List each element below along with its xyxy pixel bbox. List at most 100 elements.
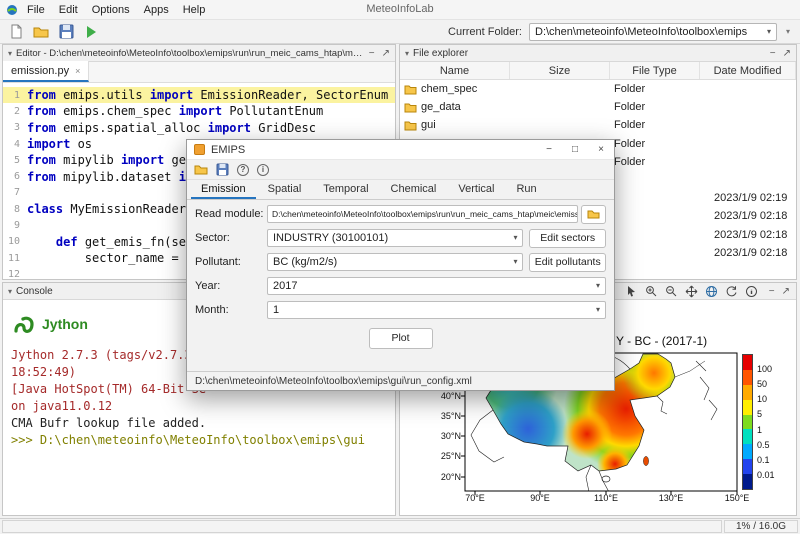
code-line-text: from emips.spatial_alloc import GridDesc <box>27 120 317 135</box>
minimize-icon[interactable]: − <box>770 48 776 59</box>
month-label: Month: <box>195 304 229 316</box>
dialog-maximize-button[interactable]: □ <box>562 140 588 159</box>
jython-logo-text: Jython <box>42 316 88 332</box>
jython-snake-icon <box>14 316 34 333</box>
dialog-statusbar: D:\chen\meteoinfo\MeteoInfo\toolbox\emip… <box>187 371 614 390</box>
menu-items: File Edit Options Apps Help <box>20 2 212 18</box>
file-type: Folder <box>614 137 646 150</box>
zoom-in-icon[interactable] <box>645 285 658 298</box>
chevron-down-icon: ▾ <box>595 281 600 290</box>
minimize-icon[interactable]: − <box>369 48 375 59</box>
x-tick-label: 90°E <box>530 493 550 503</box>
year-label: Year: <box>195 280 221 292</box>
code-line-text: def get_emis_fn(self <box>55 234 201 249</box>
column-header-size[interactable]: Size <box>510 62 610 79</box>
current-folder-select[interactable]: D:\chen\meteoinfo\MeteoInfo\toolbox\emip… <box>529 22 777 41</box>
open-config-button[interactable] <box>194 163 208 176</box>
read-module-input[interactable]: D:\chen\meteoinfo\MeteoInfo\toolbox\emip… <box>267 205 579 223</box>
float-icon[interactable]: ↗ <box>782 286 790 297</box>
menu-item-edit[interactable]: Edit <box>52 2 85 18</box>
column-header-name[interactable]: Name <box>400 62 510 79</box>
sector-select[interactable]: INDUSTRY (30100101) ▾ <box>267 229 524 247</box>
code-line[interactable]: 2 from emips.chem_spec import PollutantEn… <box>3 103 395 119</box>
menu-item-apps[interactable]: Apps <box>137 2 176 18</box>
line-number: 10 <box>7 236 20 248</box>
sector-label: Sector: <box>195 232 230 244</box>
explorer-panel-header: ▾ File explorer − ↗ <box>400 45 796 62</box>
y-tick-label: 20°N <box>440 472 461 482</box>
colorbar-band <box>743 369 752 385</box>
rotate-icon[interactable] <box>725 285 738 298</box>
line-number: 7 <box>13 187 20 199</box>
float-icon[interactable]: ↗ <box>382 48 390 59</box>
tab-spatial[interactable]: Spatial <box>258 180 312 199</box>
new-file-button[interactable] <box>6 22 26 42</box>
file-row[interactable]: ge_data Folder <box>400 98 796 116</box>
read-module-label: Read module: <box>195 208 264 220</box>
folder-icon <box>404 103 417 113</box>
meteoinfolab-window: File Edit Options Apps Help MeteoInfoLab Cur… <box>0 0 800 534</box>
float-icon[interactable]: ↗ <box>783 48 791 59</box>
tab-run[interactable]: Run <box>506 180 546 199</box>
file-row[interactable]: chem_spec Folder <box>400 80 796 98</box>
plot-button[interactable]: Plot <box>368 327 433 349</box>
console-line: >>> D:\chen\meteoinfo\MeteoInfo\toolbox\… <box>11 433 366 447</box>
code-line[interactable]: 1 from emips.utils import EmissionReader,… <box>3 87 395 104</box>
line-number: 11 <box>7 252 20 264</box>
file-type: Folder <box>614 101 646 114</box>
select-arrow-icon[interactable] <box>626 285 638 297</box>
file-row[interactable]: gui Folder <box>400 116 796 134</box>
chevron-down-icon[interactable]: ▾ <box>8 287 12 296</box>
file-date: 2023/1/9 02:18 <box>714 228 788 241</box>
minimize-icon[interactable]: − <box>769 286 775 297</box>
month-select[interactable]: 1 ▾ <box>267 301 606 319</box>
tab-chemical[interactable]: Chemical <box>381 180 447 199</box>
about-info-icon[interactable]: i <box>257 163 269 176</box>
explorer-column-headers: Name Size File Type Date Modified <box>400 62 796 80</box>
menu-item-options[interactable]: Options <box>85 2 137 18</box>
pollutant-value: BC (kg/m2/s) <box>273 256 338 268</box>
zoom-out-icon[interactable] <box>665 285 678 298</box>
line-number: 5 <box>13 154 20 166</box>
identify-icon[interactable] <box>745 285 758 298</box>
code-line[interactable]: 3 from emips.spatial_alloc import GridDes… <box>3 120 395 136</box>
dialog-titlebar[interactable]: EMIPS − □ × <box>187 140 614 160</box>
chevron-down-icon: ▾ <box>513 257 518 266</box>
run-script-button[interactable] <box>81 22 101 42</box>
edit-pollutants-button[interactable]: Edit pollutants <box>529 252 606 272</box>
tab-vertical[interactable]: Vertical <box>448 180 504 199</box>
menubar: File Edit Options Apps Help MeteoInfoLab <box>0 0 800 20</box>
column-header-file-type[interactable]: File Type <box>610 62 700 79</box>
save-config-button[interactable] <box>216 163 229 176</box>
file-date: 2023/1/9 02:19 <box>714 192 788 205</box>
pollutant-select[interactable]: BC (kg/m2/s) ▾ <box>267 253 524 271</box>
dialog-content: Read module: D:\chen\meteoinfo\MeteoInfo… <box>187 201 614 370</box>
tab-emission-py[interactable]: emission.py × <box>3 61 90 82</box>
folder-icon <box>404 121 417 131</box>
save-button[interactable] <box>56 22 76 42</box>
chevron-down-icon[interactable]: ▾ <box>405 49 409 58</box>
pan-icon[interactable] <box>685 285 698 298</box>
tab-temporal[interactable]: Temporal <box>313 180 378 199</box>
open-folder-button[interactable] <box>31 22 51 42</box>
column-header-date-modified[interactable]: Date Modified <box>700 62 796 79</box>
dialog-minimize-button[interactable]: − <box>536 140 562 159</box>
tab-emission[interactable]: Emission <box>191 180 256 199</box>
edit-sectors-button[interactable]: Edit sectors <box>529 228 606 248</box>
line-number: 6 <box>13 171 20 183</box>
full-extent-icon[interactable] <box>705 285 718 298</box>
menu-item-file[interactable]: File <box>20 2 52 18</box>
folder-icon <box>404 85 417 95</box>
help-icon[interactable]: ? <box>237 163 249 176</box>
dialog-close-button[interactable]: × <box>588 140 614 159</box>
toolbar-overflow-icon[interactable]: ▾ <box>782 22 794 42</box>
main-toolbar: Current Folder: D:\chen\meteoinfo\MeteoI… <box>0 20 800 44</box>
browse-module-button[interactable] <box>581 204 606 224</box>
editor-tab-label: emission.py <box>11 64 70 77</box>
colorbar-label: 50 <box>757 379 768 390</box>
chevron-down-icon[interactable]: ▾ <box>8 49 12 58</box>
close-icon[interactable]: × <box>75 66 80 76</box>
file-name: ge_data <box>400 101 510 113</box>
menu-item-help[interactable]: Help <box>176 2 213 18</box>
year-select[interactable]: 2017 ▾ <box>267 277 606 295</box>
